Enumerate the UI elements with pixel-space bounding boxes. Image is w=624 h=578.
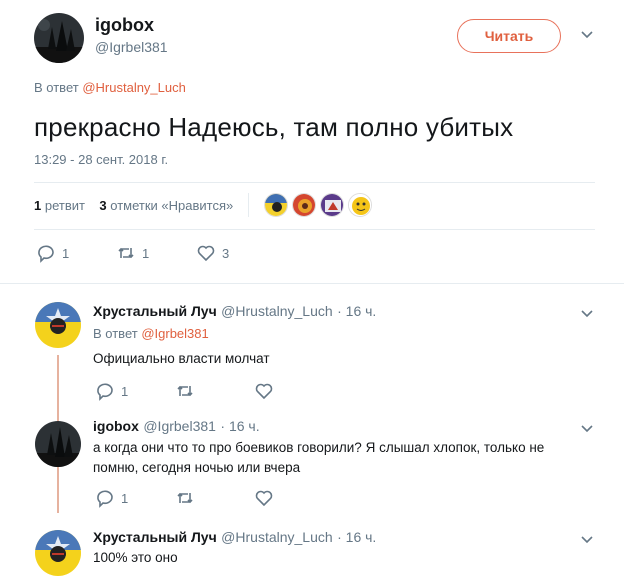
divider xyxy=(34,229,595,230)
retweet-icon xyxy=(177,385,193,397)
reply-count: 1 xyxy=(121,383,129,399)
retweet-icon xyxy=(177,492,193,504)
chevron-down-icon[interactable] xyxy=(580,421,594,438)
reply-prefix: В ответ xyxy=(93,326,138,341)
reply-count: 1 xyxy=(62,245,70,261)
reply-action[interactable]: 1 xyxy=(95,381,128,401)
reply-action[interactable]: 1 xyxy=(36,243,69,263)
retweet-action[interactable]: 1 xyxy=(116,243,149,263)
author-avatar[interactable] xyxy=(34,13,84,63)
reply-prefix: В ответ xyxy=(34,80,79,95)
reply-time[interactable]: · 16 ч. xyxy=(337,529,376,545)
liker-avatar[interactable] xyxy=(264,193,288,217)
reply-text-line: а когда они что то про боевиков говорили… xyxy=(93,440,545,455)
reply-time[interactable]: · 16 ч. xyxy=(220,418,259,434)
reply-author-name[interactable]: Хрустальный Луч xyxy=(93,303,217,319)
like-action[interactable] xyxy=(254,381,274,401)
author-handle[interactable]: @Igrbel381 xyxy=(95,39,168,55)
reply-avatar[interactable] xyxy=(35,302,81,348)
reply-author-name[interactable]: Хрустальный Луч xyxy=(93,529,217,545)
stats-separator xyxy=(248,193,249,217)
heart-icon xyxy=(255,383,273,400)
liker-avatar[interactable] xyxy=(348,193,372,217)
reply-count: 1 xyxy=(121,490,129,506)
follow-button[interactable]: Читать xyxy=(457,19,561,53)
reply-text-line: помню, сегодня ночью или вчера xyxy=(93,460,301,475)
retweet-action[interactable] xyxy=(175,381,195,401)
liker-avatars xyxy=(264,193,372,217)
tweet-text: прекрасно Надеюсь, там полно убитых xyxy=(34,112,514,142)
reply-avatar[interactable] xyxy=(35,530,81,576)
chevron-down-icon[interactable] xyxy=(580,532,594,549)
tweet-stats: 1 ретвит 3 отметки «Нравится» xyxy=(34,198,233,213)
reply-author-name[interactable]: igobox xyxy=(93,418,139,434)
liker-avatar[interactable] xyxy=(292,193,316,217)
reply-icon xyxy=(97,383,113,401)
like-action[interactable]: 3 xyxy=(196,243,229,263)
reply-action[interactable]: 1 xyxy=(95,488,128,508)
reply-avatar[interactable] xyxy=(35,421,81,467)
heart-icon xyxy=(255,490,273,507)
reply-header: igobox @Igrbel381 · 16 ч. xyxy=(93,418,260,436)
reply-author-handle[interactable]: @Hrustalny_Luch xyxy=(221,529,333,545)
reply-author-handle[interactable]: @Igrbel381 xyxy=(143,418,216,434)
reply-to-link[interactable]: @Igrbel381 xyxy=(141,326,208,341)
reply-icon xyxy=(97,490,113,508)
reply-author-handle[interactable]: @Hrustalny_Luch xyxy=(221,303,333,319)
reply-text: а когда они что то про боевиков говорили… xyxy=(93,438,544,478)
chevron-down-icon[interactable] xyxy=(580,306,594,323)
liker-avatar[interactable] xyxy=(320,193,344,217)
divider xyxy=(0,283,624,284)
retweet-count[interactable]: 1 xyxy=(34,198,41,213)
reply-header: Хрустальный Луч @Hrustalny_Luch · 16 ч. xyxy=(93,529,376,547)
reply-time[interactable]: · 16 ч. xyxy=(337,303,376,319)
retweet-label[interactable]: ретвит xyxy=(45,198,85,213)
divider xyxy=(34,182,595,183)
like-action[interactable] xyxy=(254,488,274,508)
author-name[interactable]: igobox xyxy=(95,15,154,36)
reply-to-link[interactable]: @Hrustalny_Luch xyxy=(82,80,186,95)
like-count-action: 3 xyxy=(222,245,230,261)
heart-icon xyxy=(197,245,215,262)
reply-context: В ответ @Igrbel381 xyxy=(93,326,209,341)
reply-header: Хрустальный Луч @Hrustalny_Luch · 16 ч. xyxy=(93,303,376,321)
reply-text: 100% это оно xyxy=(93,550,178,565)
retweet-action[interactable] xyxy=(175,488,195,508)
reply-context: В ответ @Hrustalny_Luch xyxy=(34,80,186,95)
chevron-down-icon[interactable] xyxy=(580,27,594,44)
retweet-icon xyxy=(118,247,134,259)
retweet-count-action: 1 xyxy=(142,245,150,261)
reply-icon xyxy=(38,245,54,263)
like-count[interactable]: 3 xyxy=(99,198,106,213)
like-label[interactable]: отметки «Нравится» xyxy=(110,198,233,213)
reply-text: Официально власти молчат xyxy=(93,351,270,366)
tweet-timestamp[interactable]: 13:29 - 28 сент. 2018 г. xyxy=(34,152,168,167)
